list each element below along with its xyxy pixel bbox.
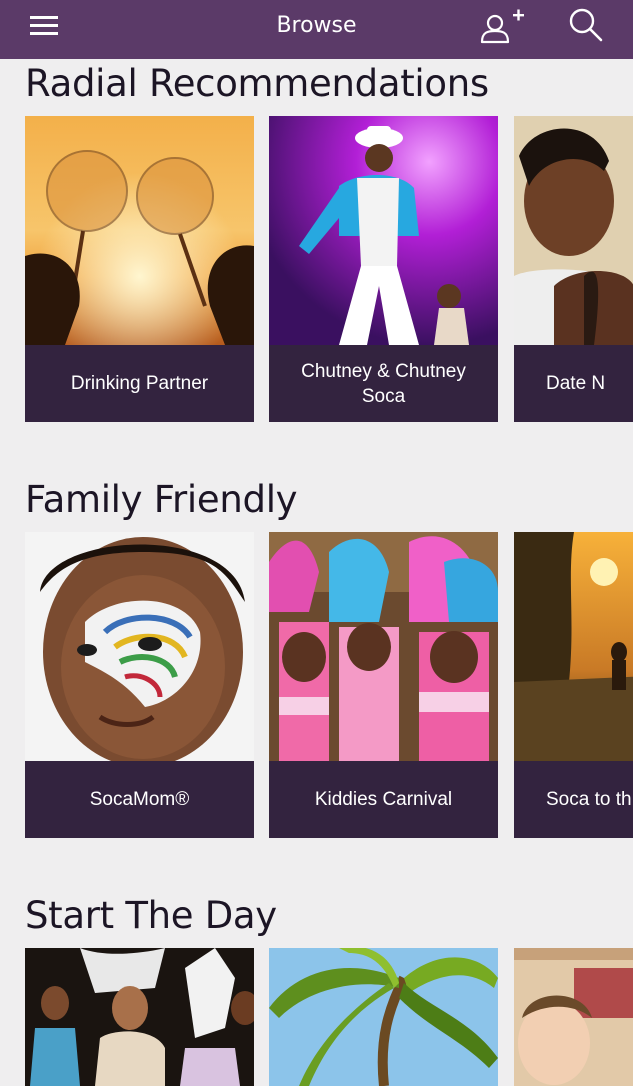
card-image xyxy=(25,948,254,1086)
card-start-day-3[interactable] xyxy=(514,948,633,1086)
search-icon xyxy=(569,8,603,42)
card-soca-to-the[interactable]: Soca to th xyxy=(514,532,633,838)
card-image xyxy=(269,948,498,1086)
card-label: Soca to th xyxy=(546,789,632,810)
page-title: Browse xyxy=(276,13,357,38)
card-label: Drinking Partner xyxy=(70,373,209,394)
card-image xyxy=(514,532,633,761)
card-image xyxy=(25,532,254,761)
card-carousel[interactable]: Drinking Partner Chutney & Chutney Soca … xyxy=(0,116,633,422)
card-label: SocaMom® xyxy=(89,789,190,810)
top-app-bar: Browse xyxy=(0,0,633,59)
card-chutney-soca[interactable]: Chutney & Chutney Soca xyxy=(269,116,498,422)
add-friend-button[interactable] xyxy=(478,4,528,46)
card-image xyxy=(269,532,498,761)
card-label: Date N xyxy=(546,373,606,394)
card-kiddies-carnival[interactable]: Kiddies Carnival xyxy=(269,532,498,838)
card-image xyxy=(25,116,254,345)
search-button[interactable] xyxy=(566,6,606,46)
card-carousel[interactable] xyxy=(0,948,633,1086)
card-start-day-1[interactable] xyxy=(25,948,254,1086)
card-image xyxy=(514,116,633,345)
section-title: Radial Recommendations xyxy=(25,62,489,105)
card-carousel[interactable]: SocaMom® Kiddies Carnival Soca to th xyxy=(0,532,633,838)
card-date-night[interactable]: Date N xyxy=(514,116,633,422)
card-image xyxy=(514,948,633,1086)
card-label: Kiddies Carnival xyxy=(314,789,453,810)
card-start-day-2[interactable] xyxy=(269,948,498,1086)
card-label: Chutney & Chutney Soca xyxy=(301,360,466,407)
section-title: Start The Day xyxy=(25,894,277,937)
add-friend-icon xyxy=(480,9,524,44)
card-image xyxy=(269,116,498,345)
card-drinking-partner[interactable]: Drinking Partner xyxy=(25,116,254,422)
card-socamom[interactable]: SocaMom® xyxy=(25,532,254,838)
section-title: Family Friendly xyxy=(25,478,298,521)
